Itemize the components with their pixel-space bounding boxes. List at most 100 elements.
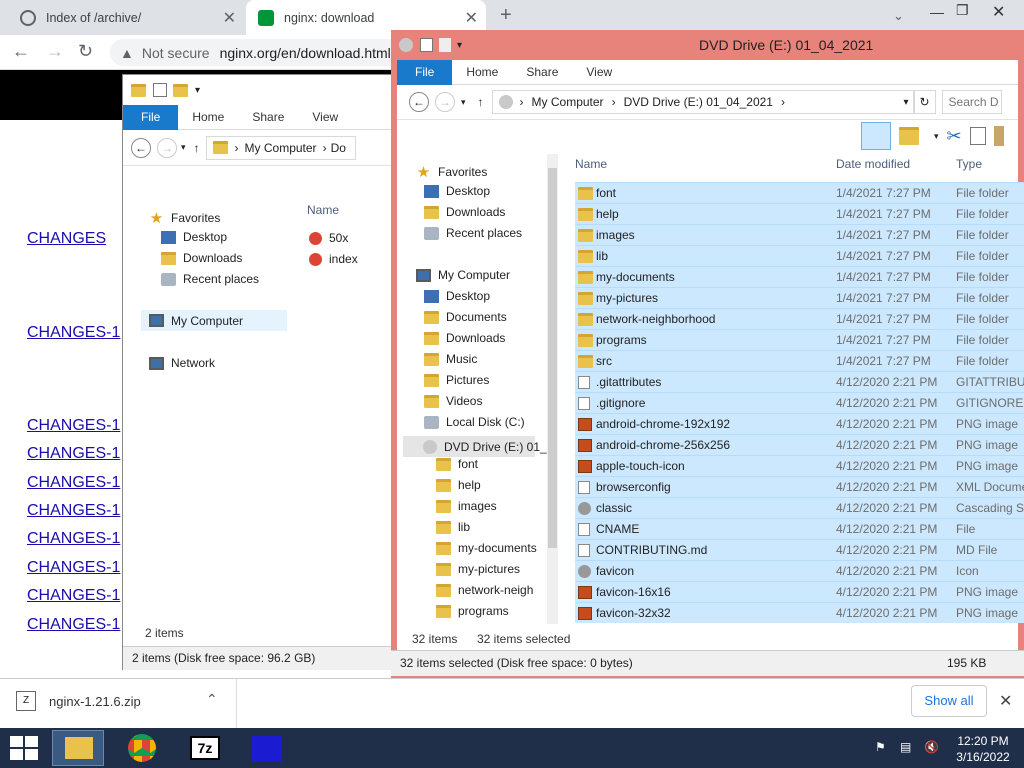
tree-downloads[interactable]: Downloads <box>161 251 242 265</box>
tree-my-computer[interactable]: My Computer <box>141 310 287 331</box>
tree-item[interactable]: Videos <box>424 394 482 408</box>
tree-item[interactable]: network-neigh <box>436 583 533 597</box>
tree-item[interactable]: Recent places <box>424 226 522 240</box>
breadcrumb-my-computer[interactable]: My Computer <box>245 141 317 155</box>
changes-link[interactable]: CHANGES-1 <box>27 559 120 577</box>
tree-item[interactable]: font <box>436 457 478 471</box>
file-row[interactable]: CNAME 4/12/2020 2:21 PM File <box>575 518 1024 539</box>
app-taskbar-button[interactable] <box>240 730 292 766</box>
back-icon[interactable]: ← <box>409 92 429 112</box>
recent-dropdown-icon[interactable]: ▾ <box>461 97 466 108</box>
close-downloads-icon[interactable]: ✕ <box>999 691 1012 711</box>
tree-item[interactable]: Music <box>424 352 477 366</box>
changes-link[interactable]: CHANGES-1 <box>27 616 120 634</box>
up-icon[interactable]: ↑ <box>194 141 200 155</box>
tree-item[interactable]: Local Disk (C:) <box>424 415 525 429</box>
tree-item[interactable]: Downloads <box>424 205 505 219</box>
ribbon-tab-file[interactable]: File <box>123 104 179 130</box>
tree-recent-places[interactable]: Recent places <box>161 272 259 286</box>
restore-icon[interactable]: ❐ <box>956 2 969 19</box>
ribbon-tab-share[interactable]: Share <box>238 105 298 130</box>
file-row[interactable]: font 1/4/2021 7:27 PM File folder <box>575 182 1024 203</box>
file-row[interactable]: favicon-32x32 4/12/2020 2:21 PM PNG image <box>575 602 1024 623</box>
close-window-icon[interactable]: ✕ <box>992 2 1005 22</box>
chrome-taskbar-button[interactable] <box>116 730 168 766</box>
ribbon-tab-home[interactable]: Home <box>178 105 238 130</box>
file-row[interactable]: src 1/4/2021 7:27 PM File folder <box>575 350 1024 371</box>
breadcrumb-dvd-drive[interactable]: DVD Drive (E:) 01_04_2021 <box>624 95 773 109</box>
file-row[interactable]: programs 1/4/2021 7:27 PM File folder <box>575 329 1024 350</box>
tab-search-icon[interactable]: ⌄ <box>893 8 904 24</box>
changes-link[interactable]: CHANGES-1 <box>27 417 120 435</box>
recent-dropdown-icon[interactable]: ▾ <box>181 142 186 153</box>
changes-link[interactable]: CHANGES-1 <box>27 530 120 548</box>
column-header-name[interactable]: Name <box>307 203 339 217</box>
changes-link[interactable]: CHANGES-1 <box>27 587 120 605</box>
file-row[interactable]: android-chrome-256x256 4/12/2020 2:21 PM P… <box>575 434 1024 455</box>
refresh-icon[interactable]: ↻ <box>913 90 936 114</box>
column-header-date[interactable]: Date modified <box>836 157 910 171</box>
tree-item[interactable]: programs <box>436 604 509 618</box>
new-tab-button[interactable]: + <box>500 4 512 27</box>
tree-item[interactable]: ★ Favorites <box>416 163 488 181</box>
close-tab-icon[interactable]: ✕ <box>465 8 478 28</box>
start-windows-icon[interactable] <box>10 736 38 760</box>
tree-item[interactable]: DVD Drive (E:) 01_ <box>403 436 547 457</box>
changes-link[interactable]: CHANGES-1 <box>27 502 120 520</box>
file-row[interactable]: android-chrome-192x192 4/12/2020 2:21 PM P… <box>575 413 1024 434</box>
changes-link[interactable]: CHANGES-1 <box>27 474 120 492</box>
forward-icon[interactable]: → <box>157 137 177 158</box>
qat-dropdown-icon[interactable]: ▾ <box>195 85 200 96</box>
breadcrumb-my-computer[interactable]: My Computer <box>532 95 604 109</box>
back-icon[interactable]: ← <box>131 137 151 158</box>
cut-icon[interactable]: ✂ <box>947 126 962 147</box>
search-input[interactable] <box>941 90 1002 114</box>
tree-item[interactable]: images <box>436 499 497 513</box>
notification-flag-icon[interactable]: ⚑ <box>875 740 886 754</box>
tree-item[interactable]: Downloads <box>424 331 505 345</box>
file-row[interactable]: network-neighborhood 1/4/2021 7:27 PM File… <box>575 308 1024 329</box>
copy-icon[interactable] <box>969 127 986 145</box>
file-row[interactable]: favicon-16x16 4/12/2020 2:21 PM PNG image <box>575 581 1024 602</box>
file-row[interactable]: .gitattributes 4/12/2020 2:21 PM GITATTRIB… <box>575 371 1024 392</box>
changes-link[interactable]: CHANGES <box>27 230 106 248</box>
forward-icon[interactable]: → <box>46 41 64 62</box>
address-bar[interactable]: ▲ Not secure nginx.org/en/download.html <box>110 39 410 66</box>
tab-index-archive[interactable]: Index of /archive/ ✕ <box>8 0 244 35</box>
file-row[interactable]: classic 4/12/2020 2:21 PM Cascading St <box>575 497 1024 518</box>
file-row[interactable]: images 1/4/2021 7:27 PM File folder <box>575 224 1024 245</box>
paste-icon[interactable] <box>993 126 1004 146</box>
breadcrumb[interactable]: › My Computer › Do <box>205 135 356 160</box>
tree-item[interactable]: my-documents <box>436 541 537 555</box>
properties-icon[interactable] <box>420 38 433 52</box>
tree-desktop[interactable]: Desktop <box>161 230 227 244</box>
up-icon[interactable]: ↑ <box>478 95 484 109</box>
sevenzip-taskbar-button[interactable]: 7z <box>178 730 230 766</box>
volume-muted-icon[interactable]: 🔇 <box>924 740 939 754</box>
file-item[interactable]: 50x <box>309 231 348 245</box>
tree-favorites[interactable]: ★ Favorites <box>149 209 221 227</box>
breadcrumb-downloads[interactable]: Do <box>331 141 346 155</box>
ribbon-tab-home[interactable]: Home <box>452 60 512 85</box>
nav-scrollbar-thumb[interactable] <box>548 168 557 548</box>
reload-icon[interactable]: ↻ <box>78 41 93 62</box>
tree-item[interactable]: Pictures <box>424 373 489 387</box>
minimize-icon[interactable]: — <box>930 4 944 20</box>
ribbon-tab-view[interactable]: View <box>298 105 352 130</box>
tree-item[interactable]: My Computer <box>416 268 510 282</box>
folder-options-icon[interactable] <box>899 127 919 145</box>
properties-icon[interactable] <box>153 83 167 97</box>
forward-icon[interactable]: → <box>435 92 455 112</box>
file-row[interactable]: help 1/4/2021 7:27 PM File folder <box>575 203 1024 224</box>
show-all-button[interactable]: Show all <box>911 685 987 717</box>
download-options-icon[interactable]: ⌃ <box>206 691 218 708</box>
nav-scrollbar[interactable] <box>547 154 558 624</box>
tree-item[interactable]: help <box>436 478 481 492</box>
tree-network[interactable]: Network <box>149 356 215 370</box>
back-icon[interactable]: ← <box>12 41 30 62</box>
qat-dropdown-icon[interactable]: ▾ <box>457 40 462 51</box>
close-tab-icon[interactable]: ✕ <box>223 8 236 28</box>
ribbon-tab-file[interactable]: File <box>397 59 453 85</box>
file-row[interactable]: my-documents 1/4/2021 7:27 PM File folder <box>575 266 1024 287</box>
dropdown-icon[interactable]: ▾ <box>934 131 939 142</box>
